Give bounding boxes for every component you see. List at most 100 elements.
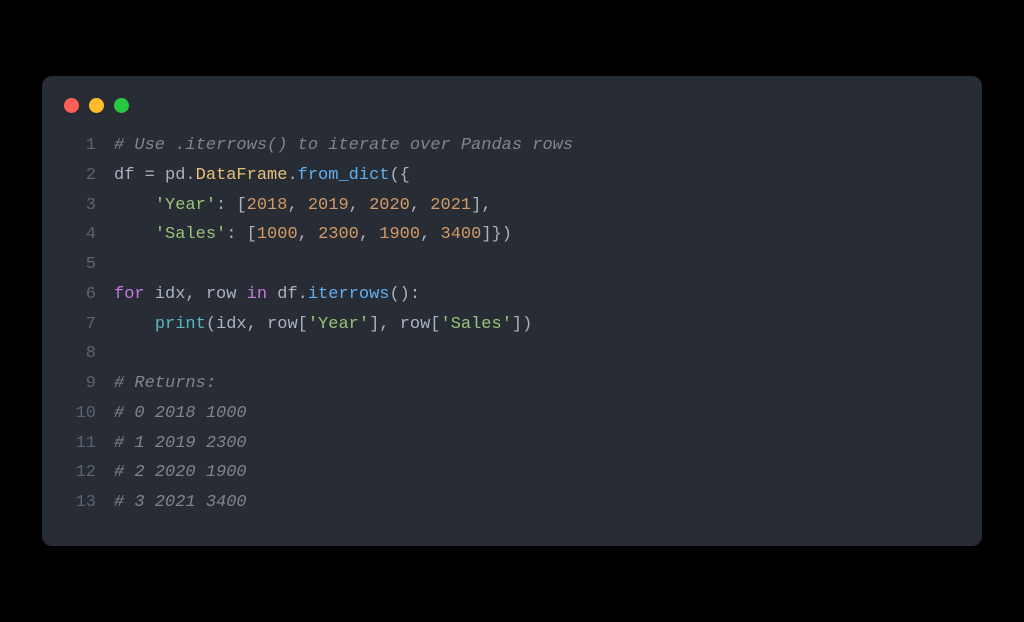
code-content: for idx, row in df.iterrows(): [114,280,420,310]
code-line: 4 'Sales': [1000, 2300, 1900, 3400]}) [64,220,960,250]
line-number: 12 [64,458,96,488]
code-content: 'Year': [2018, 2019, 2020, 2021], [114,191,492,221]
maximize-icon[interactable] [114,98,129,113]
line-number: 1 [64,131,96,161]
code-content: # 0 2018 1000 [114,399,247,429]
token-operator: . [185,166,195,185]
line-number: 2 [64,161,96,191]
token-operator: , [298,225,318,244]
token-operator: , [247,315,267,334]
code-line: 7 print(idx, row['Year'], row['Sales']) [64,310,960,340]
code-content: # 2 2020 1900 [114,458,247,488]
line-number: 8 [64,339,96,369]
token-method: from_dict [298,166,390,185]
token-number: 2018 [247,196,288,215]
line-number: 4 [64,220,96,250]
code-line: 6for idx, row in df.iterrows(): [64,280,960,310]
line-number: 11 [64,429,96,459]
token-bracket: [ [247,225,257,244]
token-prop: DataFrame [196,166,288,185]
token-operator: : [226,225,246,244]
code-content: 'Sales': [1000, 2300, 1900, 3400]}) [114,220,512,250]
minimize-icon[interactable] [89,98,104,113]
token-comment: # 0 2018 1000 [114,404,247,423]
token-bracket: ({ [389,166,409,185]
code-line: 8 [64,339,960,369]
token-operator: : [410,285,420,304]
code-line: 9 # Returns: [64,369,960,399]
token-method: iterrows [308,285,390,304]
titlebar [42,94,982,131]
token-string: 'Year' [155,196,216,215]
code-content: # Returns: [114,369,216,399]
line-number: 10 [64,399,96,429]
token-bracket: [ [236,196,246,215]
code-line: 1 # Use .iterrows() to iterate over Panda… [64,131,960,161]
token-operator: , [379,315,399,334]
code-content: print(idx, row['Year'], row['Sales']) [114,310,532,340]
token-number: 2300 [318,225,359,244]
code-content: # 1 2019 2300 [114,429,247,459]
token-variable: row [267,315,298,334]
token-variable: pd [165,166,185,185]
token-bracket: ]) [512,315,532,334]
code-line: 13 # 3 2021 3400 [64,488,960,518]
token-variable: df [114,166,145,185]
token-operator: . [298,285,308,304]
token-operator: , [349,196,369,215]
token-operator: . [287,166,297,185]
token-bracket: [ [298,315,308,334]
token-variable [114,225,155,244]
token-operator: , [420,225,440,244]
token-variable [114,196,155,215]
token-variable: row [206,285,247,304]
line-number: 7 [64,310,96,340]
token-bracket: ] [369,315,379,334]
token-bracket: [ [430,315,440,334]
line-number: 9 [64,369,96,399]
token-comment: # 2 2020 1900 [114,463,247,482]
token-keyword: in [247,285,267,304]
line-number: 5 [64,250,96,280]
token-number: 3400 [441,225,482,244]
token-number: 1000 [257,225,298,244]
token-string: 'Sales' [441,315,512,334]
token-bracket: () [389,285,409,304]
code-content [114,250,124,280]
token-operator: = [145,166,165,185]
code-window: 1 # Use .iterrows() to iterate over Panda… [42,76,982,546]
token-number: 2020 [369,196,410,215]
code-line: 2df = pd.DataFrame.from_dict({ [64,161,960,191]
token-operator: , [185,285,205,304]
token-number: 2019 [308,196,349,215]
token-operator: , [481,196,491,215]
token-string: 'Year' [308,315,369,334]
code-line: 11 # 1 2019 2300 [64,429,960,459]
token-variable: row [400,315,431,334]
token-operator: , [359,225,379,244]
token-builtin: print [155,315,206,334]
code-line: 12 # 2 2020 1900 [64,458,960,488]
token-operator: , [287,196,307,215]
token-comment: # 3 2021 3400 [114,493,247,512]
token-keyword: for [114,285,145,304]
token-number: 2021 [430,196,471,215]
code-area: 1 # Use .iterrows() to iterate over Panda… [42,131,982,518]
token-string: 'Sales' [155,225,226,244]
code-content [114,339,124,369]
close-icon[interactable] [64,98,79,113]
code-line: 5 [64,250,960,280]
token-operator: , [410,196,430,215]
code-line: 3 'Year': [2018, 2019, 2020, 2021], [64,191,960,221]
token-variable: idx [145,285,186,304]
code-content: # 3 2021 3400 [114,488,247,518]
line-number: 13 [64,488,96,518]
token-bracket: ]}) [481,225,512,244]
token-variable: idx [216,315,247,334]
token-comment: # Use .iterrows() to iterate over Pandas… [114,136,573,155]
token-operator: : [216,196,236,215]
token-comment: # Returns: [114,374,216,393]
line-number: 3 [64,191,96,221]
token-number: 1900 [379,225,420,244]
code-content: # Use .iterrows() to iterate over Pandas… [114,131,573,161]
